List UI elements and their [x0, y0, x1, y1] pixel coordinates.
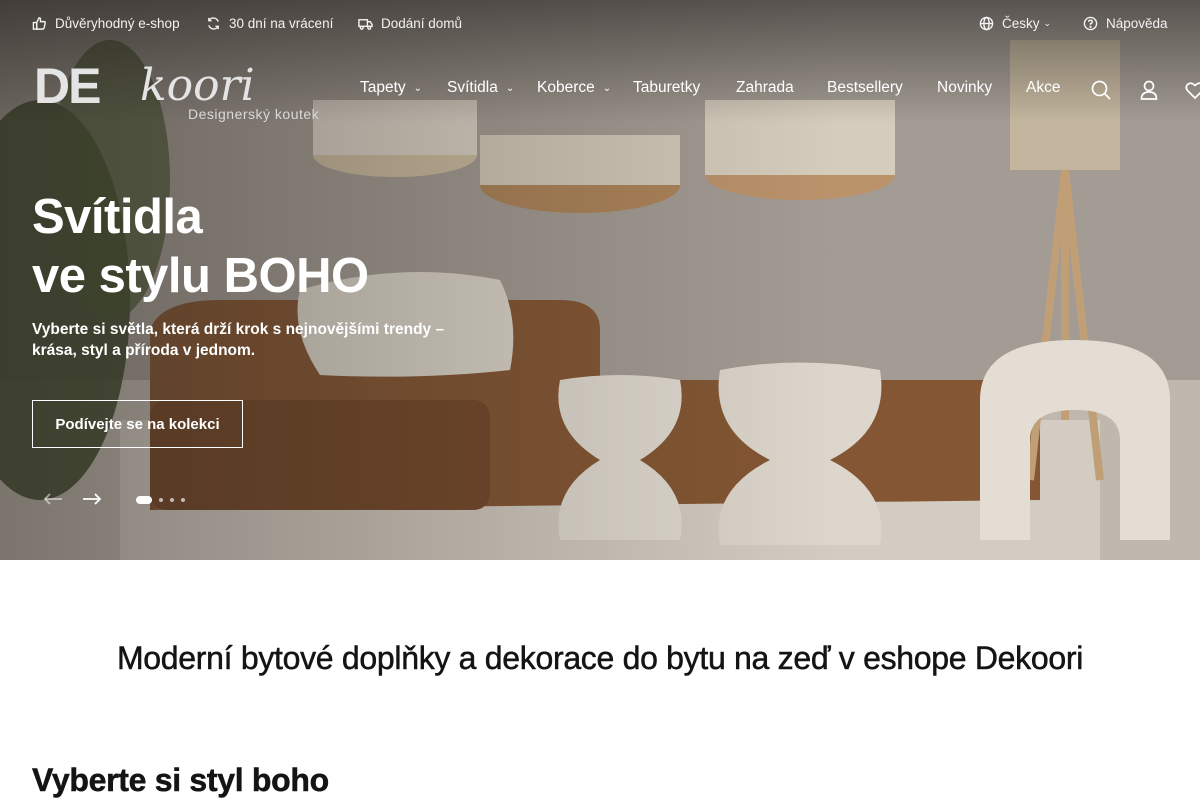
- nav-label: Koberce: [537, 79, 595, 96]
- nav-label: Akce: [1026, 79, 1061, 96]
- refresh-icon: [208, 16, 219, 30]
- section-heading: Vyberte si styl boho: [32, 762, 330, 799]
- arrow-right-icon: [83, 493, 102, 505]
- nav-label: Zahrada: [736, 79, 794, 96]
- view-collection-button[interactable]: Podívejte se na kolekci: [32, 400, 243, 448]
- arrow-left-icon: [43, 493, 62, 505]
- user-icon: [1140, 80, 1158, 100]
- nav-label: Svítidla: [447, 79, 498, 96]
- truck-icon: [358, 18, 373, 30]
- help-link[interactable]: Nápověda: [1083, 14, 1168, 32]
- delivery-info[interactable]: Dodání domů: [358, 14, 462, 32]
- language-label: Česky: [1002, 15, 1040, 31]
- logo-tagline: Designerský koutek: [188, 106, 320, 122]
- trusted-shop-label: Důvěryhodný e-shop: [55, 15, 180, 31]
- slider-dot[interactable]: [159, 498, 163, 502]
- hero-title-line-2: ve stylu BOHO: [32, 249, 369, 303]
- nav-item-tapety[interactable]: Tapety ⌄: [360, 79, 422, 97]
- chevron-down-icon: ⌄: [602, 82, 612, 94]
- thumbs-up-icon: [32, 16, 46, 30]
- hero-subtitle: Vyberte si světla, která drží krok s nej…: [32, 321, 445, 359]
- language-selector[interactable]: Česky ⌄: [979, 14, 1051, 32]
- returns-label: 30 dní na vrácení: [229, 15, 334, 31]
- wishlist-button[interactable]: [1184, 79, 1200, 101]
- top-info-bar: Důvěryhodný e-shop 30 dní na vrácení Dod…: [0, 0, 1200, 46]
- nav-item-zahrada[interactable]: Zahrada: [736, 79, 794, 97]
- account-button[interactable]: [1138, 79, 1160, 101]
- nav-item-novinky[interactable]: Novinky: [937, 79, 992, 97]
- chevron-down-icon: ⌄: [505, 82, 515, 94]
- slider-pagination: [136, 496, 185, 504]
- returns-info[interactable]: 30 dní na vrácení: [206, 14, 333, 32]
- nav-item-svitidla[interactable]: Svítidla ⌄: [447, 79, 514, 97]
- hero-title-line-1: Svítidla: [32, 190, 203, 244]
- nav-item-taburetky[interactable]: Taburetky: [633, 79, 700, 97]
- trusted-shop-badge[interactable]: Důvěryhodný e-shop: [32, 14, 180, 32]
- nav-label: Tapety: [360, 79, 406, 96]
- page-heading: Moderní bytové doplňky a dekorace do byt…: [116, 640, 1084, 677]
- chevron-down-icon: ⌄: [1043, 17, 1052, 28]
- nav-label: Taburetky: [633, 79, 701, 96]
- nav-label: Novinky: [937, 79, 993, 96]
- globe-icon: [979, 16, 994, 30]
- heart-icon: [1185, 82, 1200, 100]
- chevron-down-icon: ⌄: [413, 82, 423, 94]
- search-button[interactable]: [1090, 79, 1112, 101]
- slider-dot[interactable]: [181, 498, 185, 502]
- help-label: Nápověda: [1106, 15, 1168, 31]
- main-navigation: Tapety ⌄ Svítidla ⌄ Koberce ⌄ Taburetky Zah…: [0, 79, 1200, 103]
- slider-next-button[interactable]: [79, 488, 105, 510]
- delivery-label: Dodání domů: [381, 15, 463, 31]
- nav-label: Bestsellery: [827, 79, 903, 96]
- nav-item-akce[interactable]: Akce: [1026, 79, 1060, 97]
- search-icon: [1091, 80, 1111, 100]
- slider-dot-active[interactable]: [136, 496, 152, 504]
- slider-dot[interactable]: [170, 498, 174, 502]
- slider-prev-button[interactable]: [40, 488, 66, 510]
- hero-title: Svítidla ve stylu BOHO: [32, 188, 552, 306]
- nav-item-bestsellery[interactable]: Bestsellery: [827, 79, 903, 97]
- nav-item-koberce[interactable]: Koberce ⌄: [537, 79, 611, 97]
- help-icon: [1083, 16, 1098, 30]
